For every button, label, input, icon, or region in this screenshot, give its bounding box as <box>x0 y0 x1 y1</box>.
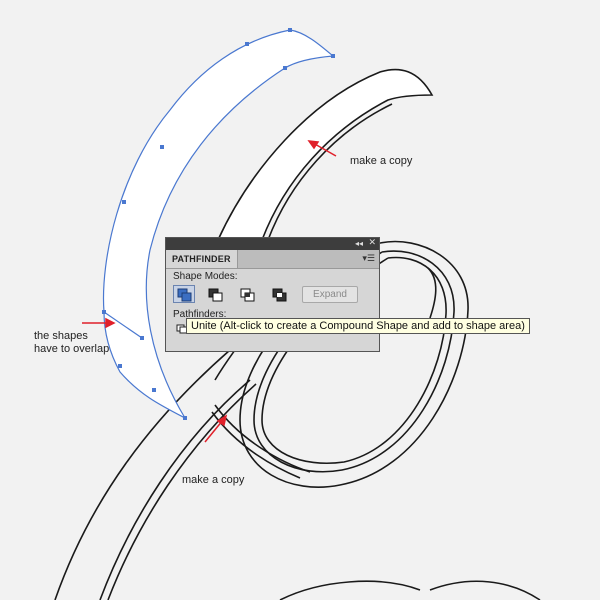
unite-tooltip: Unite (Alt-click to create a Compound Sh… <box>186 318 530 334</box>
bottom-curve-right <box>429 580 541 600</box>
exclude-icon <box>272 288 287 302</box>
collapse-icon[interactable]: ◂◂ <box>355 239 363 249</box>
minus-front-button[interactable] <box>204 285 226 303</box>
annotation-copy-top: make a copy <box>350 155 413 167</box>
panel-titlebar[interactable]: ◂◂ ✕ <box>166 238 379 250</box>
shape-modes-label: Shape Modes: <box>173 271 238 282</box>
annotation-overlap: the shapes have to overlap <box>34 330 110 355</box>
arrow-overlap <box>82 317 116 329</box>
expand-button[interactable]: Expand <box>302 286 358 303</box>
panel-tabrow: PATHFINDER ▾☰ <box>166 250 379 269</box>
panel-menu-icon[interactable]: ▾☰ <box>362 253 375 265</box>
intersect-icon <box>240 288 255 302</box>
pathfinder-panel: ◂◂ ✕ PATHFINDER ▾☰ Shape Modes: Expand P… <box>165 237 380 352</box>
minus-front-icon <box>208 288 223 302</box>
intersect-button[interactable] <box>236 285 258 303</box>
tab-pathfinder[interactable]: PATHFINDER <box>166 250 238 268</box>
close-icon[interactable]: ✕ <box>368 238 376 249</box>
unite-icon <box>177 288 192 302</box>
annotation-copy-bottom: make a copy <box>182 474 245 486</box>
unite-button[interactable] <box>173 285 195 303</box>
bottom-curve <box>279 580 421 600</box>
exclude-button[interactable] <box>268 285 290 303</box>
